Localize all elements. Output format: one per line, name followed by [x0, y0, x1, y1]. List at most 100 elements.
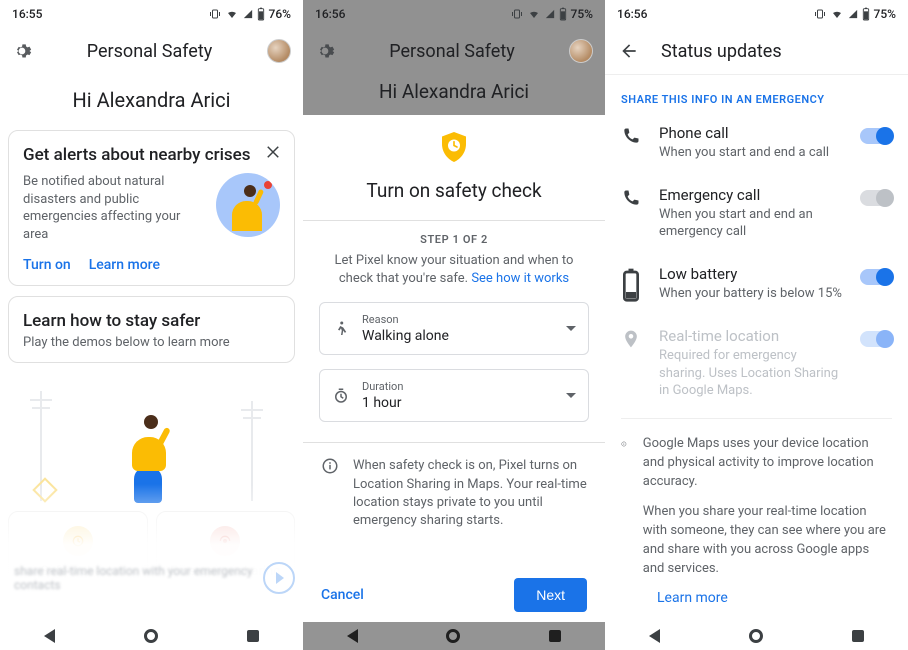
app-bar: Status updates	[605, 28, 908, 74]
status-time: 16:56	[617, 7, 647, 21]
vibrate-icon	[511, 8, 523, 20]
status-right: 76%	[209, 7, 291, 21]
home-button[interactable]	[144, 629, 158, 643]
recents-button[interactable]	[852, 630, 864, 642]
field-label: Reason	[362, 313, 554, 326]
pane-safety-check: 16:56 75% Personal Safety Hi Alexandra A…	[303, 0, 605, 650]
toggle[interactable]	[860, 269, 892, 285]
dimmed-background: 16:56 75% Personal Safety Hi Alexandra A…	[303, 0, 605, 115]
status-bar: 16:55 76%	[0, 0, 303, 28]
vibrate-icon	[209, 8, 221, 20]
learn-more-link[interactable]: Learn more	[89, 257, 160, 273]
vibrate-icon	[814, 8, 826, 20]
info-icon	[621, 435, 627, 453]
clock-shield-icon	[63, 526, 93, 556]
signal-icon	[545, 8, 555, 20]
back-arrow-icon[interactable]	[619, 41, 639, 61]
back-button[interactable]	[347, 629, 358, 643]
turn-on-link[interactable]: Turn on	[23, 257, 71, 273]
duration-field[interactable]: Duration 1 hour	[319, 369, 589, 422]
back-button[interactable]	[44, 629, 55, 643]
status-time: 16:55	[12, 7, 42, 21]
setting-title: Phone call	[659, 124, 842, 142]
status-bar: 16:56 75%	[605, 0, 908, 28]
navigation-bar	[0, 622, 303, 650]
recents-button[interactable]	[549, 630, 561, 642]
setting-realtime-location: Real-time locationRequired for emergency…	[605, 315, 908, 412]
section-subhead: SHARE THIS INFO IN AN EMERGENCY	[605, 75, 908, 112]
next-button[interactable]: Next	[514, 578, 587, 612]
battery-icon	[559, 7, 567, 21]
status-battery: 75%	[571, 7, 593, 21]
close-icon[interactable]	[264, 143, 282, 161]
page-title: Status updates	[661, 41, 782, 62]
page-title: Personal Safety	[335, 41, 569, 62]
reason-field[interactable]: Reason Walking alone	[319, 302, 589, 355]
recents-button[interactable]	[247, 630, 259, 642]
home-button[interactable]	[446, 629, 460, 643]
pane-home: 16:55 76% Personal Safety Hi Alexandra A…	[0, 0, 303, 650]
chevron-down-icon	[566, 326, 576, 331]
toggle[interactable]	[860, 190, 892, 206]
battery-icon	[862, 7, 870, 21]
setting-desc: When your battery is below 15%	[659, 285, 842, 303]
status-battery: 76%	[269, 7, 291, 21]
crisis-title: Get alerts about nearby crises	[23, 145, 280, 165]
app-bar: Personal Safety	[0, 28, 303, 74]
step-label: STEP 1 OF 2	[303, 233, 605, 246]
greeting: Hi Alexandra Arici	[0, 88, 303, 112]
see-how-link[interactable]: See how it works	[471, 271, 569, 286]
shield-clock-icon	[436, 129, 472, 165]
toggle[interactable]	[860, 128, 892, 144]
setting-desc: Required for emergency sharing. Uses Loc…	[659, 347, 842, 400]
maps-info: Google Maps uses your device location an…	[605, 419, 908, 587]
signal-icon	[848, 8, 858, 20]
step-description: Let Pixel know your situation and when t…	[303, 252, 605, 288]
status-battery: 75%	[874, 7, 896, 21]
safety-check-sheet: Turn on safety check STEP 1 OF 2 Let Pix…	[303, 115, 605, 622]
field-label: Duration	[362, 380, 554, 393]
demos-card: Learn how to stay safer Play the demos b…	[8, 296, 295, 363]
pane-status-updates: 16:56 75% Status updates SHARE THIS INFO…	[605, 0, 908, 650]
learn-more-link[interactable]: Learn more	[657, 590, 728, 606]
gear-icon[interactable]	[12, 41, 32, 61]
field-value: 1 hour	[362, 395, 554, 411]
gear-icon	[315, 41, 335, 61]
back-button[interactable]	[649, 629, 660, 643]
field-value: Walking alone	[362, 328, 554, 344]
setting-desc: When you start and end a call	[659, 144, 842, 162]
sheet-title: Turn on safety check	[319, 179, 589, 202]
status-time: 16:56	[315, 7, 345, 21]
battery-icon	[621, 267, 641, 304]
walking-icon	[332, 320, 350, 338]
illustration-area: Safety check Emergency sharing share rea…	[0, 373, 303, 622]
cancel-button[interactable]: Cancel	[321, 587, 364, 603]
crisis-body: Be notified about natural disasters and …	[23, 173, 206, 243]
broadcast-icon	[210, 526, 240, 556]
setting-low-battery[interactable]: Low battery When your battery is below 15…	[605, 253, 908, 316]
setting-emergency-call[interactable]: Emergency callWhen you start and end an …	[605, 174, 908, 253]
avatar[interactable]	[267, 39, 291, 63]
signal-icon	[243, 8, 253, 20]
demos-body: Play the demos below to learn more	[23, 335, 280, 350]
chevron-down-icon	[566, 393, 576, 398]
play-icon[interactable]	[263, 562, 295, 594]
navigation-bar	[303, 622, 605, 650]
home-button[interactable]	[749, 629, 763, 643]
info-text: When safety check is on, Pixel turns on …	[353, 457, 587, 530]
crisis-alerts-card: Get alerts about nearby crises Be notifi…	[8, 130, 295, 286]
page-title: Personal Safety	[32, 41, 267, 62]
info-text-1: Google Maps uses your device location an…	[643, 435, 892, 492]
navigation-bar	[605, 622, 908, 650]
location-icon	[621, 329, 641, 349]
phone-icon	[621, 126, 641, 146]
greeting: Hi Alexandra Arici	[303, 80, 605, 103]
setting-title: Emergency call	[659, 186, 842, 204]
setting-phone-call[interactable]: Phone call When you start and end a call	[605, 112, 908, 174]
setting-title: Low battery	[659, 265, 842, 283]
crisis-illustration	[216, 173, 280, 237]
wifi-icon	[225, 8, 239, 20]
info-icon	[321, 457, 339, 475]
blurred-text: share real-time location with your emerg…	[14, 564, 289, 592]
info-text-2: When you share your real-time location w…	[643, 503, 892, 578]
